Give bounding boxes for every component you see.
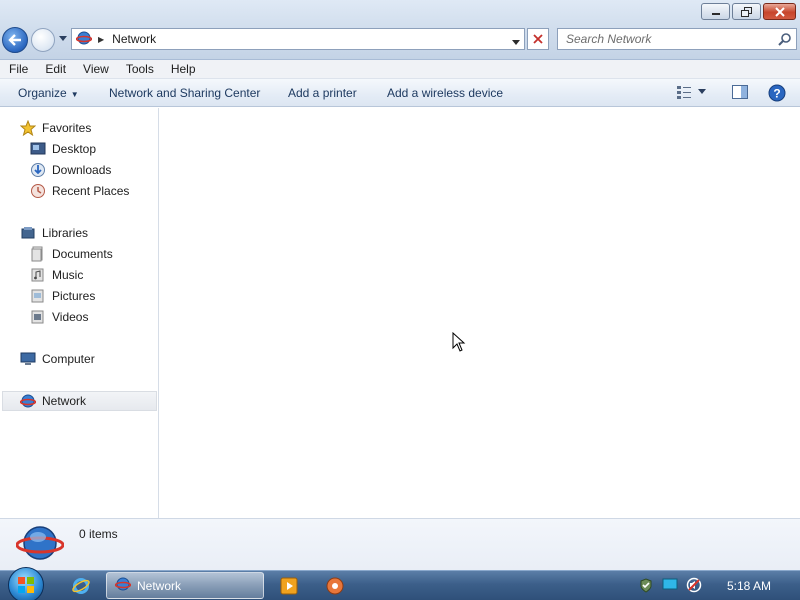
nav-videos-label: Videos	[52, 310, 89, 324]
close-icon	[533, 34, 543, 44]
restore-icon	[740, 6, 752, 17]
mouse-cursor-icon	[452, 332, 466, 352]
details-pane: 0 items	[0, 518, 800, 570]
nav-music[interactable]: Music	[30, 265, 83, 285]
item-count: 0 items	[79, 527, 118, 541]
maximize-button[interactable]	[732, 3, 761, 20]
desktop-icon	[30, 141, 46, 157]
monitor-icon[interactable]	[662, 577, 678, 593]
nav-recent-places[interactable]: Recent Places	[30, 181, 129, 201]
network-icon	[114, 576, 132, 595]
media-player-icon[interactable]	[280, 577, 298, 598]
search-icon[interactable]	[778, 32, 792, 49]
videos-icon	[30, 309, 46, 325]
nav-recent-places-label: Recent Places	[52, 184, 130, 198]
nav-downloads-label: Downloads	[52, 163, 112, 177]
add-printer-button[interactable]: Add a printer	[288, 86, 357, 100]
network-sharing-center-button[interactable]: Network and Sharing Center	[109, 86, 260, 100]
change-view-button[interactable]	[676, 84, 710, 100]
nav-pictures[interactable]: Pictures	[30, 286, 95, 306]
help-button[interactable]: ?	[768, 84, 786, 105]
network-icon	[75, 30, 93, 49]
menu-help[interactable]: Help	[162, 62, 204, 76]
title-bar: ▶ Network	[0, 0, 800, 60]
nav-computer[interactable]: Computer	[20, 349, 95, 369]
add-wireless-device-button[interactable]: Add a wireless device	[387, 86, 503, 100]
nav-libraries-label: Libraries	[42, 226, 89, 240]
preview-pane-button[interactable]	[732, 85, 748, 102]
nav-videos[interactable]: Videos	[30, 307, 88, 327]
minimize-button[interactable]	[701, 3, 730, 20]
nav-network[interactable]: Network	[2, 391, 157, 411]
minimize-icon	[711, 12, 720, 15]
close-button[interactable]	[763, 3, 796, 20]
nav-libraries[interactable]: Libraries	[20, 223, 88, 243]
chevron-down-icon: ▼	[70, 90, 79, 99]
help-icon: ?	[768, 84, 786, 102]
navigation-pane: Favorites Desktop Downloads Recent Place…	[0, 108, 159, 518]
nav-computer-label: Computer	[42, 352, 95, 366]
nav-downloads[interactable]: Downloads	[30, 160, 111, 180]
menu-bar: File Edit View Tools Help	[0, 60, 800, 79]
back-button[interactable]	[2, 27, 28, 53]
forward-button[interactable]	[31, 28, 55, 52]
windows-logo-icon	[18, 577, 34, 593]
taskbar-network-window[interactable]: Network	[106, 572, 264, 599]
nav-documents-label: Documents	[52, 247, 113, 261]
recent-places-icon	[30, 183, 46, 199]
music-icon	[30, 267, 46, 283]
breadcrumb-network[interactable]: Network	[112, 32, 156, 46]
stop-button[interactable]	[527, 28, 549, 50]
security-shield-icon[interactable]	[638, 577, 654, 593]
nav-pictures-label: Pictures	[52, 289, 96, 303]
svg-text:?: ?	[773, 87, 780, 101]
chevron-down-icon	[59, 36, 67, 41]
chevron-down-icon	[698, 89, 706, 94]
nav-desktop-label: Desktop	[52, 142, 97, 156]
address-bar[interactable]: ▶ Network	[71, 28, 525, 50]
preview-pane-icon	[732, 85, 748, 99]
libraries-icon	[20, 225, 36, 241]
clock[interactable]: 5:18 AM	[727, 579, 771, 593]
nav-favorites-label: Favorites	[42, 121, 92, 135]
nav-network-label: Network	[42, 394, 87, 408]
menu-file[interactable]: File	[0, 62, 36, 76]
taskbar-network-label: Network	[137, 578, 182, 593]
star-icon	[20, 120, 36, 136]
volume-icon[interactable]	[686, 577, 702, 593]
menu-tools[interactable]: Tools	[117, 62, 162, 76]
command-bar: Organize ▼ Network and Sharing Center Add…	[0, 79, 800, 107]
network-icon	[20, 393, 36, 409]
network-icon	[15, 523, 65, 570]
documents-icon	[30, 246, 46, 262]
nav-desktop[interactable]: Desktop	[30, 139, 96, 159]
search-box	[557, 28, 797, 50]
back-arrow-icon	[8, 34, 21, 46]
start-button[interactable]	[8, 567, 44, 600]
system-tray	[638, 577, 710, 593]
menu-view[interactable]: View	[74, 62, 117, 76]
computer-icon	[20, 351, 36, 367]
menu-edit[interactable]: Edit	[36, 62, 74, 76]
navigation-row: ▶ Network	[0, 24, 800, 54]
organize-label: Organize	[18, 86, 67, 100]
breadcrumb-arrow-icon[interactable]: ▶	[98, 35, 104, 44]
window-controls	[699, 3, 796, 20]
pictures-icon	[30, 288, 46, 304]
views-icon	[677, 86, 691, 99]
nav-favorites[interactable]: Favorites	[20, 118, 91, 138]
recent-pages-button[interactable]	[58, 34, 68, 44]
close-icon	[774, 6, 785, 17]
file-list-area[interactable]	[160, 108, 800, 518]
internet-explorer-icon[interactable]	[72, 577, 90, 598]
organize-button[interactable]: Organize ▼	[18, 86, 79, 100]
app-icon[interactable]	[326, 577, 344, 598]
address-dropdown-icon[interactable]	[512, 35, 520, 49]
nav-documents[interactable]: Documents	[30, 244, 113, 264]
downloads-icon	[30, 162, 46, 178]
search-input[interactable]	[558, 29, 758, 49]
nav-music-label: Music	[52, 268, 84, 282]
taskbar: Network 5:18 AM	[0, 567, 800, 600]
